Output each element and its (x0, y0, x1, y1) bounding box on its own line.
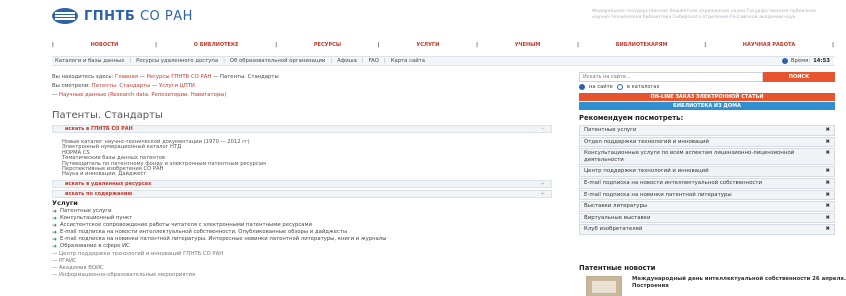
recommend-item[interactable]: Консультационные услуги по всем аспектам… (579, 148, 835, 166)
logo-light: СО РАН (139, 8, 193, 24)
topnav-librarians[interactable]: БИБЛИОТЕКАРЯМ (612, 42, 672, 48)
page-title: Патенты. Стандарты (52, 110, 163, 121)
subnav-faq[interactable]: FAQ (369, 58, 379, 64)
topnav-news[interactable]: НОВОСТИ (87, 42, 123, 48)
service-link[interactable]: E-mail подписка на новинки патентной лит… (60, 236, 386, 243)
accordion-label: искать в ГПНТБ СО РАН (65, 126, 133, 132)
viewed-research-data[interactable]: Научные данные (Research data. Репозитор… (59, 92, 227, 98)
arrow-icon: ➜ (52, 222, 58, 230)
service-link[interactable]: Консультационный пункт (60, 215, 132, 222)
recommend-item[interactable]: Виртуальные выставки ✖ (579, 212, 835, 224)
clock-time: 14:53 (813, 58, 830, 64)
news-thumbnail[interactable] (586, 276, 622, 296)
accordion-label: искать в удаленных ресурсах (65, 181, 152, 187)
arrow-icon: ➜ (52, 229, 58, 237)
arrow-icon: ➜ (52, 208, 58, 215)
site-logo[interactable]: ГПНТБ СО РАН (52, 8, 193, 24)
breadcrumb-label: Вы находитесь здесь: (52, 74, 114, 80)
topnav-resources[interactable]: РЕСУРСЫ (310, 42, 345, 48)
logo-bold: ГПНТБ (84, 8, 136, 24)
service-sublink[interactable]: — Информационно-образовательные мероприя… (52, 272, 552, 279)
recommend-item[interactable]: E-mail подписка на новинки патентной лит… (579, 189, 835, 201)
recommend-list: Патентные услуги ✖ Отдел поддержки технол… (579, 125, 835, 236)
site-search: ПОИСК (579, 72, 835, 82)
close-icon[interactable]: ✖ (825, 139, 830, 146)
search-button[interactable]: ПОИСК (763, 72, 835, 82)
radio-site-label: на сайте (589, 84, 613, 90)
recommend-item[interactable]: Выставки литературы ✖ (579, 201, 835, 212)
top-navigation: | НОВОСТИ | О БИБЛИОТЕКЕ | РЕСУРСЫ | УСЛ… (52, 41, 834, 48)
library-from-home-button[interactable]: БИБЛИОТЕКА ИЗ ДОМА (579, 102, 835, 110)
search-input[interactable] (579, 72, 763, 82)
arrow-icon: ➜ (52, 215, 58, 223)
clock: Время: 14:53 (781, 58, 830, 64)
topnav-research[interactable]: НАУЧНАЯ РАБОТА (739, 42, 799, 48)
radio-catalog-label: в каталогах (626, 84, 660, 90)
recommend-item[interactable]: Отдел поддержки технологий и инноваций ✖ (579, 136, 835, 148)
subnav-sitemap[interactable]: Карта сайта (391, 58, 425, 64)
search-scope: на сайте в каталогах (579, 84, 660, 90)
recommend-item[interactable]: Центр поддержки технологий и инноваций ✖ (579, 166, 835, 177)
topnav-services[interactable]: УСЛУГИ (412, 42, 443, 48)
arrow-icon: ➜ (52, 243, 58, 251)
recommend-title: Рекомендуем посмотреть: (579, 114, 684, 122)
close-icon[interactable]: ✖ (825, 180, 830, 187)
subnav-catalogs[interactable]: Каталоги и базы данных (55, 58, 124, 64)
viewed-patents[interactable]: Патенты. Стандарты (92, 83, 151, 89)
service-sublink[interactable]: — Академия ВОИС (52, 265, 552, 272)
library-logo-icon (52, 8, 78, 24)
close-icon[interactable]: ✖ (825, 168, 830, 175)
accordion-content: Новые каталог научно-технической докумен… (62, 139, 266, 178)
service-link[interactable]: Образование в сфере ИС (60, 243, 130, 250)
service-sublink[interactable]: — РГАИС (52, 258, 552, 265)
patent-news-title: Патентные новости (579, 264, 656, 272)
recommend-item[interactable]: Патентные услуги ✖ (579, 125, 835, 136)
close-icon[interactable]: ✖ (825, 192, 830, 199)
subnav-edu-org[interactable]: Об образовательной организации (230, 58, 325, 64)
subnav-remote-resources[interactable]: Ресурсы удаленного доступа (136, 58, 218, 64)
news-headline[interactable]: Международный день интеллектуальной собс… (632, 276, 846, 289)
recommend-item[interactable]: Клуб изобретателей ✖ (579, 224, 835, 235)
clock-icon (781, 58, 788, 64)
topnav-about[interactable]: О БИБЛИОТЕКЕ (190, 42, 243, 48)
breadcrumb: Вы находитесь здесь: Главная — Ресурсы Г… (52, 74, 279, 98)
page: ГПНТБ СО РАН Федеральное государственное… (0, 0, 846, 296)
breadcrumb-home[interactable]: Главная (115, 74, 138, 80)
radio-site[interactable] (579, 84, 585, 90)
expand-icon[interactable]: + (541, 181, 545, 187)
subnav-events[interactable]: Афиша (337, 58, 357, 64)
topnav-scientists[interactable]: УЧЕНЫМ (511, 42, 545, 48)
list-item[interactable]: Наука и инновации. Дайджест (62, 172, 266, 178)
breadcrumb-current: Патенты. Стандарты (219, 74, 279, 80)
recommend-item[interactable]: E-mail подписка на новости интеллектуаль… (579, 177, 835, 189)
service-sublink[interactable]: — Центр поддержки технологий и инноваций… (52, 251, 552, 258)
sub-navigation: Каталоги и базы данных | Ресурсы удаленно… (52, 56, 834, 66)
order-article-button[interactable]: ON-LINE ЗАКАЗ ЭЛЕКТРОННОЙ СТАТЬИ (579, 93, 835, 101)
header-note: Федеральное государственное бюджетное уч… (592, 9, 816, 20)
accordion-label: искать по содержанию (65, 191, 133, 197)
radio-catalog[interactable] (616, 84, 623, 90)
close-icon[interactable]: ✖ (825, 226, 830, 233)
close-icon[interactable]: ✖ (825, 150, 830, 157)
viewed-services[interactable]: Услуги ЦПТИ (159, 83, 195, 89)
accordion-search-content[interactable]: искать по содержанию + (52, 190, 552, 198)
viewed-label: Вы смотрели: (52, 83, 90, 89)
expand-icon[interactable]: + (541, 191, 545, 197)
accordion-search-remote[interactable]: искать в удаленных ресурсах + (52, 180, 552, 188)
collapse-icon[interactable]: − (541, 126, 545, 132)
services-list: ➜ Патентные услуги ➜ Консультационный пунк… (52, 208, 552, 279)
accordion-search-library[interactable]: искать в ГПНТБ СО РАН − (52, 125, 552, 133)
clock-label: Время: (790, 58, 811, 64)
arrow-icon: ➜ (52, 236, 58, 244)
close-icon[interactable]: ✖ (825, 127, 830, 134)
close-icon[interactable]: ✖ (825, 203, 830, 210)
close-icon[interactable]: ✖ (825, 215, 830, 222)
breadcrumb-resources[interactable]: Ресурсы ГПНТБ СО РАН (147, 74, 212, 80)
services-title: Услуги (52, 199, 78, 207)
